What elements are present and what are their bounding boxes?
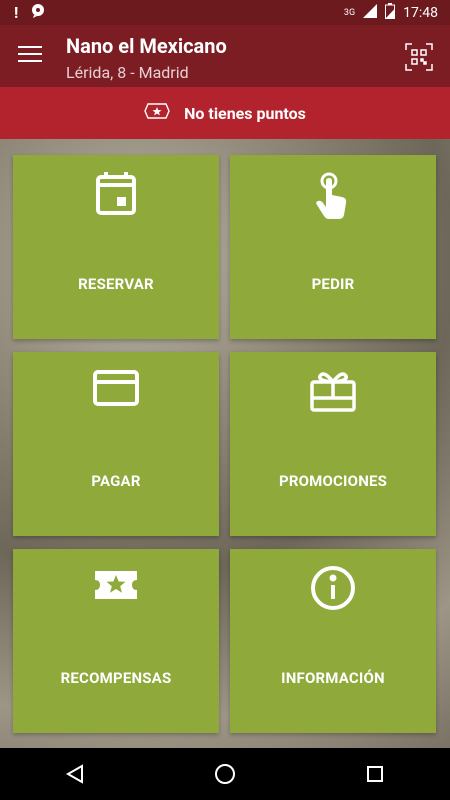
restaurant-address: Lérida, 8 - Madrid: [66, 63, 189, 82]
touch-icon: [230, 171, 436, 219]
system-nav-bar: [0, 748, 450, 800]
alert-icon: !: [14, 3, 19, 22]
network-type: 3G: [343, 7, 356, 18]
info-icon: [230, 565, 436, 611]
clock: 17:48: [403, 4, 438, 21]
tile-label: PEDIR: [311, 275, 355, 293]
tile-pedir[interactable]: PEDIR: [230, 155, 436, 339]
chat-icon: [30, 3, 46, 23]
qr-code-icon[interactable]: [405, 43, 433, 71]
app-bar: Nano el Mexicano Lérida, 8 - Madrid: [0, 25, 450, 87]
hamburger-menu-icon[interactable]: [18, 46, 42, 66]
recents-icon[interactable]: [345, 748, 405, 800]
gift-icon: [230, 368, 436, 414]
points-banner[interactable]: No tienes puntos: [0, 87, 450, 139]
tile-reservar[interactable]: RESERVAR: [13, 155, 219, 339]
tile-label: RESERVAR: [78, 275, 154, 293]
tile-recompensas[interactable]: RECOMPENSAS: [13, 549, 219, 733]
battery-icon: [385, 2, 396, 23]
tile-informacion[interactable]: INFORMACIÓN: [230, 549, 436, 733]
tile-label: INFORMACIÓN: [281, 669, 385, 687]
tile-label: PROMOCIONES: [278, 472, 388, 490]
back-icon[interactable]: [45, 748, 105, 800]
points-text: No tienes puntos: [184, 103, 306, 123]
home-icon[interactable]: [195, 748, 255, 800]
main-content: RESERVAR PEDIR PAGAR PROMOCIONES RECOMPE…: [0, 139, 450, 748]
tile-pagar[interactable]: PAGAR: [13, 352, 219, 536]
calendar-icon: [13, 171, 219, 217]
signal-icon: [363, 3, 378, 22]
tile-label: RECOMPENSAS: [60, 669, 172, 687]
restaurant-title: Nano el Mexicano: [66, 34, 227, 58]
ticket-star-icon: [13, 565, 219, 611]
tile-label: PAGAR: [91, 472, 141, 490]
credit-card-icon: [13, 368, 219, 414]
tile-promociones[interactable]: PROMOCIONES: [230, 352, 436, 536]
badge-icon: [144, 102, 170, 124]
status-bar: ! 3G 17:48: [0, 0, 450, 25]
